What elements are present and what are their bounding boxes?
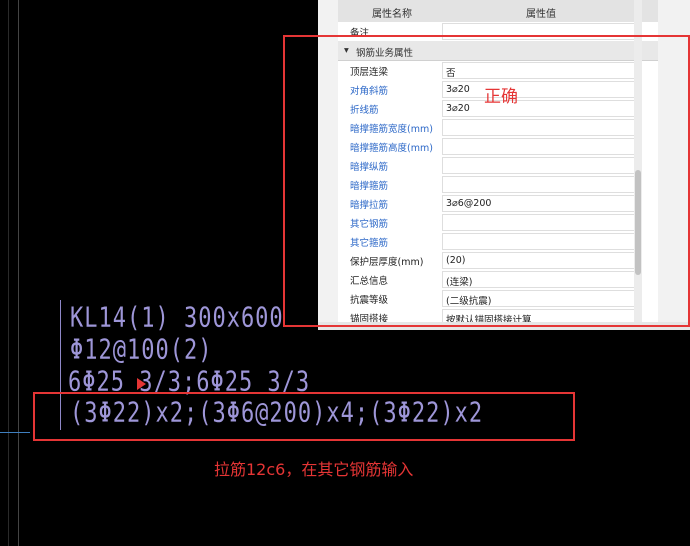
highlight-box-cad [33,392,575,441]
header-name-column: 属性名称 [372,9,412,20]
cad-marker-line [0,432,30,433]
cad-beam-label: KL14(1) 300x600 [70,302,284,334]
correct-annotation: 正确 [484,87,518,107]
cad-axis-line [18,0,19,546]
cursor-icon [137,378,146,390]
tie-bar-annotation: 拉筋12c6，在其它钢筋输入 [214,460,414,479]
cad-axis-line-left [8,0,9,546]
property-table-header: 属性名称 属性值 [338,0,658,23]
highlight-box-panel [283,35,690,327]
cad-stirrup-label: Φ12@100(2) [70,334,213,366]
header-value-column: 属性值 [526,9,556,20]
